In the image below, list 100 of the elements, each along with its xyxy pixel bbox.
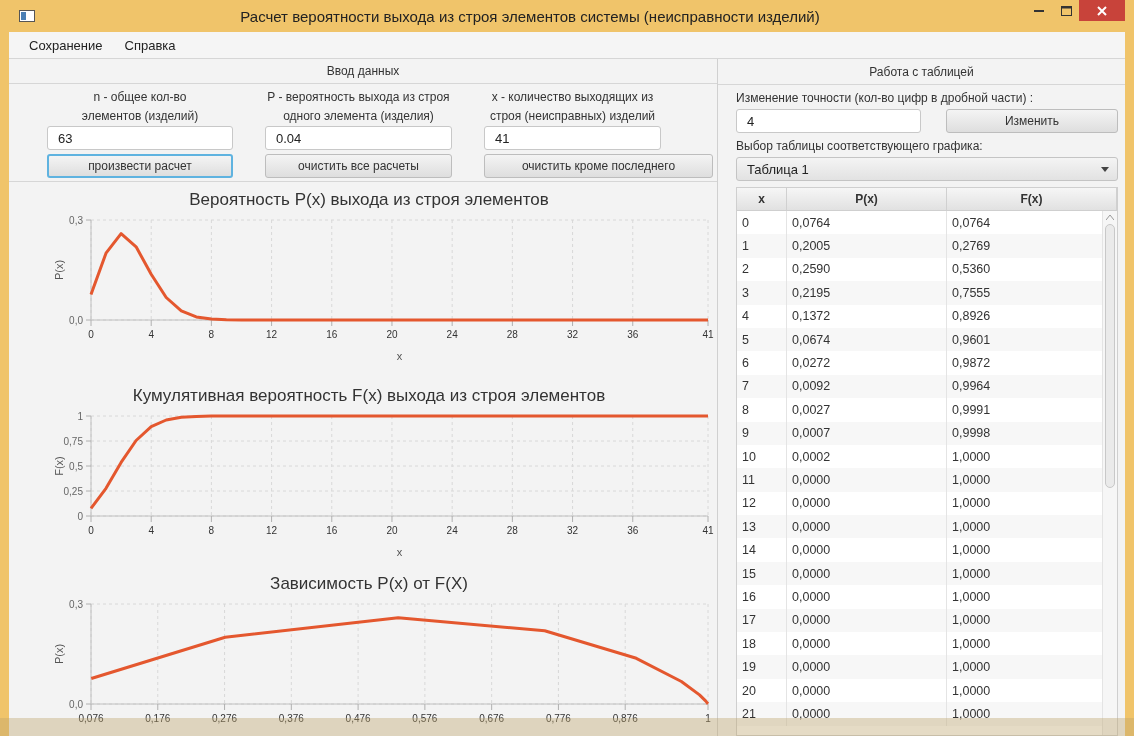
window-title: Расчет вероятности выхода из строя элементов системы (неисправности изделий) — [239, 7, 821, 25]
table-cell-text: 1,0000 — [951, 448, 992, 466]
x-tick-label: 0 — [88, 525, 94, 536]
field-label: Изменение точности (кол-во цифр в дробной части) : — [736, 91, 1035, 105]
table-cell: 14 — [737, 538, 787, 562]
scroll-up-icon[interactable] — [1106, 215, 1114, 220]
action-button[interactable]: произвести расчет — [47, 154, 233, 179]
field-label: n - общее кол-во элементов (изделий) — [80, 89, 200, 126]
table-cell: 0,1372 — [787, 304, 947, 328]
menu-item[interactable]: Справка — [124, 37, 176, 53]
x-tick-label: 4 — [148, 525, 154, 536]
x-tick-label: 0,776 — [545, 713, 571, 724]
x-tick-label: 0,076 — [78, 713, 104, 724]
table-cell-text: 1,0000 — [951, 659, 992, 677]
close-button[interactable] — [1079, 0, 1125, 21]
x-axis-label: x — [396, 546, 403, 558]
scrollbar[interactable] — [1102, 211, 1117, 735]
y-tick-label: 1 — [77, 411, 83, 422]
table-cell: 0,0000 — [787, 655, 947, 679]
table-cell: 21 — [737, 702, 787, 726]
table-cell: 1 — [737, 234, 787, 258]
x-tick-label: 0,576 — [412, 713, 438, 724]
table-cell-text: 1,0000 — [951, 588, 992, 606]
table-cell-text: 0,8926 — [951, 308, 992, 326]
precision-field[interactable]: 4 — [736, 109, 921, 133]
table-cell-text: 0,2769 — [951, 238, 992, 256]
action-button[interactable]: очистить кроме последнего — [484, 154, 713, 179]
table-cell: 0,0027 — [787, 398, 947, 422]
field-label: P - вероятность выхода из строя одного элемента (изделия) — [266, 89, 451, 126]
table-cell: 0,0000 — [787, 468, 947, 492]
y-tick-label: 0,75 — [63, 436, 83, 447]
table-cell: 9 — [737, 421, 787, 445]
table-select[interactable]: Таблица 1 — [736, 157, 1118, 181]
table-cell: 3 — [737, 281, 787, 305]
table-cell-text: 1,0000 — [951, 612, 992, 630]
maximize-icon — [1060, 5, 1072, 16]
table-cell-text: 0,5360 — [951, 261, 992, 279]
close-icon — [1097, 5, 1107, 16]
chart-title: Зависимость P(x) от F(X) — [270, 574, 468, 594]
x-tick-label: 24 — [446, 329, 458, 340]
y-tick-label: 0,5 — [69, 461, 83, 472]
table-cell-text: 0,0764 — [951, 214, 992, 232]
table-cell-text: 1,0000 — [951, 472, 992, 489]
table-cell: 0,0007 — [787, 421, 947, 445]
x-tick-label: 0,476 — [345, 713, 371, 724]
table-cell-text: 0,9601 — [951, 331, 992, 349]
chart-title: Кумулятивная вероятность F(x) выхода из строя элементов — [132, 386, 606, 406]
minimize-icon — [1034, 9, 1044, 12]
y-tick-label: 0,25 — [63, 486, 83, 497]
x-tick-label: 0,376 — [278, 713, 304, 724]
table-cell: 0,2005 — [787, 234, 947, 258]
table-cell-text: 0,9998 — [951, 425, 992, 443]
scrollbar-thumb[interactable] — [1105, 224, 1115, 488]
table-cell-text: 1,0000 — [951, 682, 992, 700]
table-cell-text: 0,9872 — [951, 355, 992, 373]
x-tick-label: 12 — [266, 329, 278, 340]
x-tick-label: 32 — [567, 525, 579, 536]
x-tick-label: 20 — [386, 329, 398, 340]
table-cell: 0,0000 — [787, 538, 947, 562]
table-cell: 19 — [737, 655, 787, 679]
field-label: x - количество выходящих из строя (неисправных) изделий — [488, 89, 657, 126]
table-cell: 0,0000 — [787, 585, 947, 609]
x-tick-label: 32 — [567, 329, 579, 340]
x-tick-label: 36 — [627, 329, 639, 340]
table-cell-text: 0,7555 — [951, 284, 992, 302]
caret-icon — [1101, 166, 1109, 172]
y-axis-label: F(x) — [53, 456, 65, 476]
x-tick-label: 0 — [88, 329, 94, 340]
input-field[interactable]: 0.04 — [265, 126, 452, 151]
table-cell: 8 — [737, 398, 787, 422]
x-tick-label: 4 — [148, 329, 154, 340]
x-tick-label: 16 — [326, 329, 338, 340]
table-cell: 0,0272 — [787, 351, 947, 375]
column-header[interactable]: P(x) — [787, 188, 947, 210]
apply-button[interactable]: Изменить — [946, 109, 1118, 133]
x-tick-label: 0,176 — [145, 713, 171, 724]
x-tick-label: 41 — [702, 525, 714, 536]
x-axis-label: x — [396, 350, 403, 362]
x-tick-label: 12 — [266, 525, 278, 536]
chart-title: Вероятность P(x) выхода из строя элементов — [189, 190, 549, 210]
y-tick-label: 0,0 — [69, 315, 83, 326]
menu-item[interactable]: Сохранение — [29, 37, 103, 53]
table-cell-text: 1,0000 — [951, 705, 992, 723]
column-header[interactable]: F(x) — [947, 188, 1117, 210]
x-tick-label: 0,676 — [479, 713, 505, 724]
input-field[interactable]: 63 — [47, 126, 233, 151]
y-tick-label: 0,3 — [69, 215, 83, 226]
table-cell: 0,2195 — [787, 281, 947, 305]
input-field[interactable]: 41 — [484, 126, 661, 151]
x-tick-label: 0,276 — [212, 713, 238, 724]
column-header[interactable]: x — [737, 188, 787, 210]
x-tick-label: 8 — [208, 525, 215, 536]
x-tick-label: 20 — [386, 525, 398, 536]
x-tick-label: 0,876 — [612, 713, 638, 724]
y-tick-label: 0,0 — [69, 699, 83, 710]
table-cell: 11 — [737, 468, 787, 492]
action-button[interactable]: очистить все расчеты — [265, 154, 452, 179]
x-tick-label: 16 — [326, 525, 338, 536]
app-icon — [19, 10, 35, 22]
y-axis-label: P(x) — [53, 643, 65, 665]
